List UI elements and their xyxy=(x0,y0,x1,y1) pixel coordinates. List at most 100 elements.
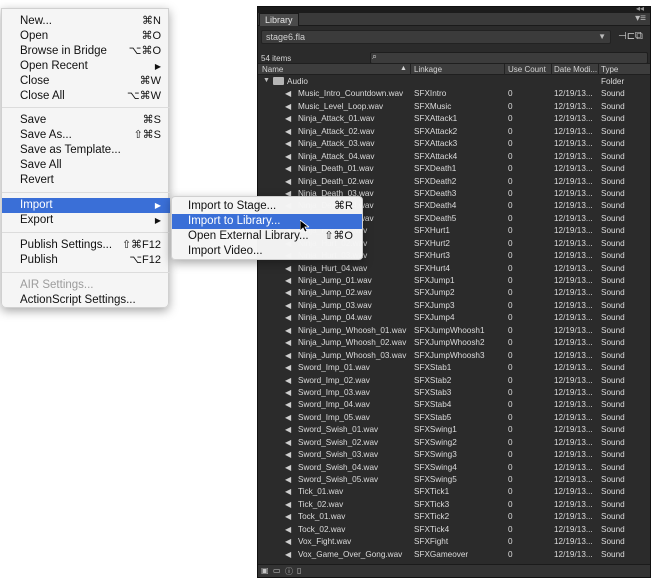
library-item-row[interactable]: ◀︎ Ninja_Jump_01.wav SFXJump1 0 12/19/13... S… xyxy=(258,275,650,287)
item-date-modified: 12/19/13... xyxy=(554,537,593,547)
library-item-row[interactable]: ◀︎ Sword_Imp_02.wav SFXStab2 0 12/19/13... So… xyxy=(258,375,650,387)
library-item-row[interactable]: ◀︎ Ninja_Hurt_04.wav SFXHurt4 0 12/19/13... S… xyxy=(258,263,650,275)
item-linkage: SFXStab2 xyxy=(414,375,452,385)
library-item-row[interactable]: ◀︎ Sword_Imp_04.wav SFXStab4 0 12/19/13... So… xyxy=(258,399,650,411)
document-dropdown[interactable]: stage6.fla ▼ xyxy=(261,30,611,44)
item-linkage: SFXFight xyxy=(414,537,449,547)
item-use-count: 0 xyxy=(508,549,513,559)
menu-item-air-settings: AIR Settings... xyxy=(2,278,170,293)
library-item-row[interactable]: ◀︎ Ninja_Jump_Whoosh_01.wav SFXJumpWhoosh1… xyxy=(258,325,650,337)
library-item-row[interactable]: ◀︎ Ninja_Attack_03.wav SFXAttack3 0 12/19/13… xyxy=(258,138,650,150)
menu-item-new[interactable]: New... ⌘N xyxy=(2,14,170,29)
menu-item-import-video[interactable]: Import Video... xyxy=(172,244,362,259)
column-name[interactable]: Name xyxy=(262,65,283,74)
library-item-row[interactable]: ◀︎ Music_Level_Loop.wav SFXMusic 0 12/19/13.… xyxy=(258,101,650,113)
menu-item-save[interactable]: Save ⌘S xyxy=(2,113,170,128)
item-use-count: 0 xyxy=(508,475,513,484)
menu-item-open[interactable]: Open ⌘O xyxy=(2,29,170,44)
library-item-row[interactable]: ◀︎ Tock_02.wav SFXTick4 0 12/19/13... Sound xyxy=(258,524,650,536)
menu-item-export[interactable]: Export ▶ xyxy=(2,213,170,228)
library-item-row[interactable]: ◀︎ Sword_Swish_05.wav SFXSwing5 0 12/19/13..… xyxy=(258,474,650,486)
panel-menu-icon[interactable]: ▾≡ xyxy=(635,13,646,25)
item-type: Sound xyxy=(601,338,625,348)
item-date-modified: 12/19/13... xyxy=(554,226,593,236)
column-divider[interactable] xyxy=(410,64,411,75)
menu-item-open-external-library[interactable]: Open External Library... ⇧⌘O xyxy=(172,229,362,244)
library-item-row[interactable]: ◀︎ Sword_Imp_01.wav SFXStab1 0 12/19/13... So… xyxy=(258,362,650,374)
menu-item-close-all[interactable]: Close All ⌥⌘W xyxy=(2,89,170,104)
menu-item-publish[interactable]: Publish ⌥F12 xyxy=(2,253,170,268)
library-item-row[interactable]: ◀︎ Sword_Swish_03.wav SFXSwing3 0 12/19/13..… xyxy=(258,449,650,461)
folder-type: Folder xyxy=(601,77,625,86)
library-item-row[interactable]: ◀︎ Vox_Game_Over_Gong.wav SFXGameover 0 12/1… xyxy=(258,549,650,561)
menu-item-browse-in-bridge[interactable]: Browse in Bridge ⌥⌘O xyxy=(2,44,170,59)
menu-item-label: Open External Library... xyxy=(188,230,309,242)
menu-item-actionscript-settings[interactable]: ActionScript Settings... xyxy=(2,293,170,308)
sound-icon: ◀︎ xyxy=(285,512,292,522)
column-divider[interactable] xyxy=(504,64,505,75)
search-icon: ⌕ xyxy=(372,51,378,61)
pin-library-icon[interactable]: ⊣⊏ xyxy=(618,31,635,42)
new-folder-icon[interactable]: ▭ xyxy=(273,566,281,575)
item-linkage: SFXSwing1 xyxy=(414,425,457,435)
library-item-row[interactable]: ◀︎ Ninja_Jump_03.wav SFXJump3 0 12/19/13... S… xyxy=(258,300,650,312)
item-linkage: SFXDeath4 xyxy=(414,201,457,211)
menu-item-import[interactable]: Import ▶ xyxy=(2,198,170,213)
item-use-count: 0 xyxy=(508,499,513,509)
menu-item-import-to-stage[interactable]: Import to Stage... ⌘R xyxy=(172,199,362,214)
library-item-row[interactable]: ◀︎ Ninja_Jump_Whoosh_02.wav SFXJumpWhoosh2… xyxy=(258,337,650,349)
folder-row-audio[interactable]: ▼ Audio Folder xyxy=(258,76,650,88)
collapse-panel-icon[interactable]: ◂◂ xyxy=(636,7,644,13)
new-library-panel-icon[interactable]: ⧉ xyxy=(635,30,643,43)
library-item-row[interactable]: ◀︎ Ninja_Death_01.wav SFXDeath1 0 12/19/13..… xyxy=(258,163,650,175)
library-item-row[interactable]: ◀︎ Sword_Imp_03.wav SFXStab3 0 12/19/13... So… xyxy=(258,387,650,399)
item-name: Tock_01.wav xyxy=(298,512,346,522)
menu-item-open-recent[interactable]: Open Recent ▶ xyxy=(2,59,170,74)
column-divider[interactable] xyxy=(598,64,599,75)
column-use-count[interactable]: Use Count xyxy=(508,65,546,74)
library-item-row[interactable]: ◀︎ Tick_01.wav SFXTick1 0 12/19/13... Sound xyxy=(258,486,650,498)
library-item-row[interactable]: ◀︎ Sword_Swish_04.wav SFXSwing4 0 12/19/13..… xyxy=(258,462,650,474)
menu-item-close[interactable]: Close ⌘W xyxy=(2,74,170,89)
menu-item-save-as-template[interactable]: Save as Template... xyxy=(2,143,170,158)
library-item-row[interactable]: ◀︎ Ninja_Jump_Whoosh_03.wav SFXJumpWhoosh3… xyxy=(258,350,650,362)
sound-icon: ◀︎ xyxy=(285,164,292,174)
library-item-row[interactable]: ◀︎ Sword_Imp_05.wav SFXStab5 0 12/19/13... So… xyxy=(258,412,650,424)
menu-item-shortcut: ⇧⌘S xyxy=(133,129,161,141)
library-item-row[interactable]: ◀︎ Ninja_Attack_01.wav SFXAttack1 0 12/19/13… xyxy=(258,113,650,125)
item-use-count: 0 xyxy=(508,263,513,273)
column-date-modified[interactable]: Date Modi... xyxy=(554,65,597,74)
menu-item-save-all[interactable]: Save All xyxy=(2,158,170,173)
item-use-count: 0 xyxy=(508,425,513,435)
library-item-row[interactable]: ◀︎ Vox_Fight.wav SFXFight 0 12/19/13... Sound xyxy=(258,536,650,548)
library-item-row[interactable]: ◀︎ Ninja_Attack_02.wav SFXAttack2 0 12/19/13… xyxy=(258,126,650,138)
item-name: Ninja_Jump_Whoosh_02.wav xyxy=(298,338,407,348)
column-linkage[interactable]: Linkage xyxy=(414,65,442,74)
library-item-row[interactable]: ◀︎ Music_Intro_Countdown.wav SFXIntro 0 12/1… xyxy=(258,88,650,100)
delete-icon[interactable]: ▯ xyxy=(297,566,301,575)
item-type: Sound xyxy=(601,325,625,335)
library-item-row[interactable]: ◀︎ Ninja_Jump_04.wav SFXJump4 0 12/19/13... S… xyxy=(258,312,650,324)
library-item-row[interactable]: ◀︎ Ninja_Death_02.wav SFXDeath2 0 12/19/13..… xyxy=(258,176,650,188)
properties-icon[interactable]: ⓘ xyxy=(285,566,293,577)
menu-item-save-as[interactable]: Save As... ⇧⌘S xyxy=(2,128,170,143)
library-item-row[interactable]: ◀︎ Sword_Swish_02.wav SFXSwing2 0 12/19/13..… xyxy=(258,437,650,449)
library-item-row[interactable]: ◀︎ Ninja_Attack_04.wav SFXAttack4 0 12/19/13… xyxy=(258,151,650,163)
item-use-count: 0 xyxy=(508,164,513,174)
column-divider[interactable] xyxy=(551,64,552,75)
library-item-row[interactable]: ◀︎ Sword_Swish_01.wav SFXSwing1 0 12/19/13..… xyxy=(258,424,650,436)
sort-ascending-icon[interactable]: ▲ xyxy=(400,65,407,72)
column-type[interactable]: Type xyxy=(601,65,618,74)
menu-item-publish-settings[interactable]: Publish Settings... ⇧⌘F12 xyxy=(2,238,170,253)
menu-item-import-to-library[interactable]: Import to Library... xyxy=(172,214,362,229)
item-type: Sound xyxy=(601,101,625,111)
tab-library[interactable]: Library xyxy=(259,13,299,26)
library-item-row[interactable]: ◀︎ Tick_02.wav SFXTick3 0 12/19/13... Sound xyxy=(258,499,650,511)
item-linkage: SFXAttack1 xyxy=(414,114,458,124)
vertical-scrollbar[interactable] xyxy=(642,76,650,566)
new-symbol-icon[interactable]: ▣ xyxy=(261,566,269,575)
menu-item-revert[interactable]: Revert xyxy=(2,173,170,188)
library-item-row[interactable]: ◀︎ Ninja_Jump_02.wav SFXJump2 0 12/19/13... S… xyxy=(258,287,650,299)
library-item-row[interactable]: ◀︎ Tock_01.wav SFXTick2 0 12/19/13... Sound xyxy=(258,511,650,523)
disclosure-triangle-icon[interactable]: ▼ xyxy=(263,77,270,84)
